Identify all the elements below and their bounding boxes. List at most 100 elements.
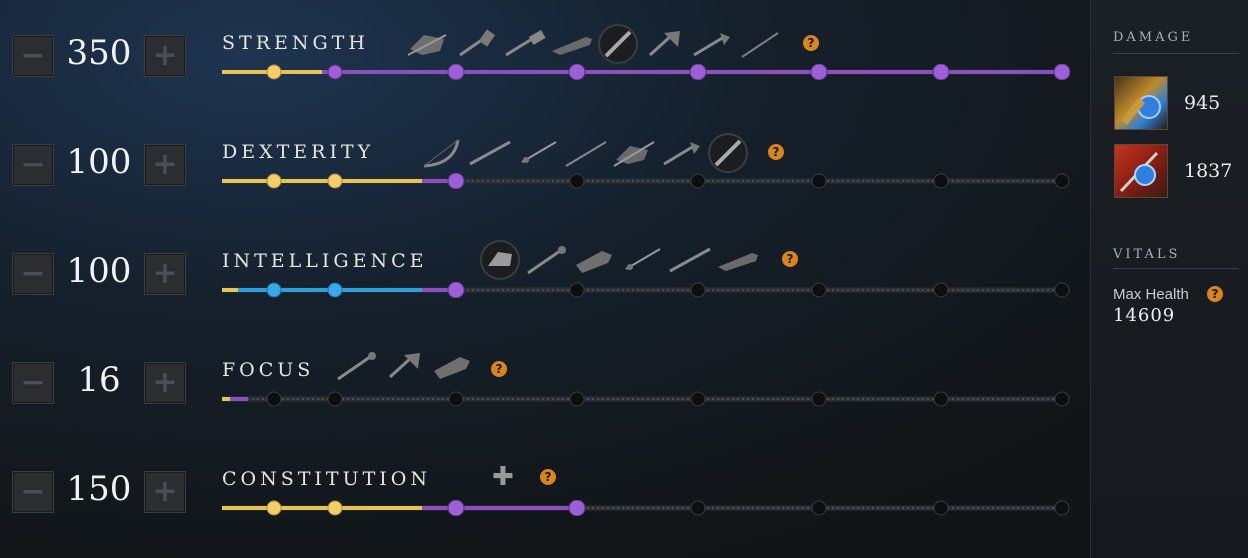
milestone-node (933, 173, 949, 189)
milestone-node (933, 282, 949, 298)
milestone-node (932, 64, 950, 80)
focus-help-icon[interactable]: ? (491, 361, 507, 377)
increase-intelligence-button[interactable]: + (144, 253, 186, 295)
dexterity-help-icon[interactable]: ? (768, 144, 784, 160)
strength-weapons (406, 24, 782, 64)
dexterity-value: 100 (66, 142, 132, 182)
musket-icon (469, 140, 511, 166)
great-axe-icon (388, 353, 420, 379)
constitution-value: 150 (66, 469, 132, 509)
dexterity-progress-track (222, 173, 1070, 189)
decrease-dexterity-button[interactable]: − (12, 144, 54, 186)
rapier-icon (625, 248, 661, 270)
damage-divider (1113, 53, 1239, 54)
milestone-node (327, 391, 343, 407)
milestone-node (569, 282, 585, 298)
damage-value-2: 1837 (1184, 160, 1233, 182)
constitution-label: CONSTITUTION (222, 468, 431, 490)
blunderbuss-icon (552, 37, 592, 55)
bow-icon (423, 139, 460, 168)
gauntlet-gem-icon[interactable] (1114, 76, 1168, 130)
milestone-node (568, 500, 586, 516)
milestone-node (266, 500, 282, 516)
constitution-help-icon[interactable]: ? (540, 469, 556, 485)
dexterity-weapons (420, 133, 748, 173)
milestone-node (447, 500, 465, 516)
milestone-node (327, 282, 343, 298)
milestone-node (689, 64, 707, 80)
intelligence-progress-track (222, 282, 1070, 298)
milestone-node (327, 500, 343, 516)
intelligence-label: INTELLIGENCE (222, 250, 428, 272)
focus-value: 16 (77, 360, 121, 400)
attribute-row-focus: − 16 + FOCUS ? (0, 327, 1088, 436)
milestone-node (568, 64, 586, 80)
max-health-value: 14609 (1113, 305, 1176, 326)
damage-heading: DAMAGE (1113, 30, 1194, 45)
milestone-node (690, 282, 706, 298)
focus-weapons (334, 351, 474, 381)
strength-help-icon[interactable]: ? (803, 35, 819, 51)
milestone-node (266, 173, 282, 189)
milestone-node (569, 173, 585, 189)
health-plus-icon: ✚ (492, 462, 514, 492)
musket-icon (669, 247, 711, 273)
attribute-row-intelligence: − 100 + INTELLIGENCE ? (0, 218, 1088, 327)
intelligence-help-icon[interactable]: ? (782, 251, 798, 267)
milestone-node (1054, 500, 1070, 516)
strength-value: 350 (66, 33, 132, 73)
focus-progress-track (222, 391, 1070, 407)
sword-shield-icon (613, 141, 655, 167)
attributes-panel: − 350 + STRENGTH ? − 100 + DEXTERITY ? −… (0, 0, 1088, 558)
war-hammer-icon (459, 29, 496, 57)
milestone-node (266, 391, 282, 407)
milestone-node (447, 64, 465, 80)
milestone-node (447, 282, 465, 298)
milestone-node (569, 391, 585, 407)
milestone-node (811, 500, 827, 516)
milestone-node (1054, 282, 1070, 298)
milestone-node (1054, 391, 1070, 407)
rapier-icon (521, 141, 557, 163)
staff-gem-icon[interactable] (1114, 144, 1168, 198)
hatchet-icon (693, 33, 730, 57)
spear-icon (741, 32, 779, 58)
max-health-help-icon[interactable]: ? (1207, 286, 1223, 302)
milestone-node (690, 173, 706, 189)
milestone-node (266, 64, 282, 80)
intelligence-weapons (480, 240, 760, 280)
increase-strength-button[interactable]: + (144, 35, 186, 77)
milestone-node (933, 500, 949, 516)
sword-highlight-icon (598, 24, 638, 64)
decrease-strength-button[interactable]: − (12, 35, 54, 77)
decrease-focus-button[interactable]: − (12, 362, 54, 404)
increase-focus-button[interactable]: + (144, 362, 186, 404)
intelligence-value: 100 (66, 251, 132, 291)
staff-icon (527, 246, 566, 275)
spear-icon (565, 141, 607, 167)
increase-constitution-button[interactable]: + (144, 471, 186, 513)
strength-label: STRENGTH (222, 32, 369, 54)
milestone-node (690, 391, 706, 407)
staff-icon (337, 352, 376, 381)
max-health-label: Max Health (1113, 286, 1189, 303)
decrease-constitution-button[interactable]: − (12, 471, 54, 513)
vitals-heading: VITALS (1113, 247, 1181, 262)
milestone-node (266, 282, 282, 298)
milestone-node (933, 391, 949, 407)
gauntlet-highlight-icon (480, 240, 520, 280)
blunderbuss-icon (718, 253, 758, 271)
hatchet-icon (663, 142, 700, 166)
milestone-node (811, 282, 827, 298)
milestone-node (811, 173, 827, 189)
shield-icon (407, 34, 447, 56)
dexterity-label: DEXTERITY (222, 141, 375, 163)
gauntlet-icon (434, 357, 470, 379)
increase-dexterity-button[interactable]: + (144, 144, 186, 186)
milestone-node (1053, 64, 1070, 80)
decrease-intelligence-button[interactable]: − (12, 253, 54, 295)
milestone-node (327, 173, 343, 189)
constitution-progress-track (222, 500, 1070, 516)
gauntlet-icon (576, 251, 612, 273)
milestone-node (447, 173, 465, 189)
